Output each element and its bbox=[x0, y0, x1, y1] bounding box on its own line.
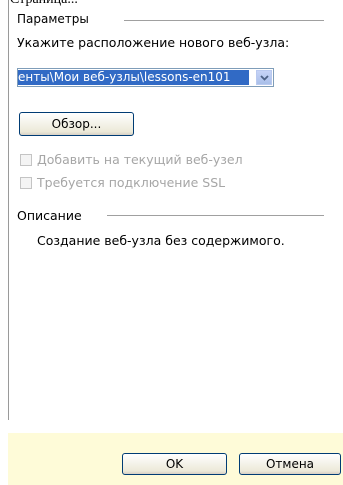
require-ssl-label: Требуется подключение SSL bbox=[37, 175, 226, 190]
chevron-down-icon bbox=[259, 74, 269, 81]
description-group-label: Описание bbox=[17, 208, 82, 223]
browse-button[interactable]: Обзор... bbox=[19, 112, 134, 136]
location-prompt: Укажите расположение нового веб-узла: bbox=[17, 35, 290, 50]
add-to-current-label: Добавить на текущий веб-узел bbox=[37, 152, 243, 167]
panel-left-border bbox=[8, 0, 9, 420]
cut-off-caption: Страница... bbox=[10, 0, 78, 8]
require-ssl-checkbox[interactable] bbox=[20, 176, 32, 189]
add-to-current-checkbox[interactable] bbox=[20, 153, 32, 166]
dropdown-button[interactable] bbox=[256, 70, 272, 85]
params-group-label: Параметры bbox=[17, 12, 89, 26]
location-combobox[interactable]: енты\Мои веб-узлы\lessons-en101 bbox=[17, 68, 274, 87]
require-ssl-option: Требуется подключение SSL bbox=[20, 175, 225, 190]
ok-button[interactable]: OK bbox=[122, 453, 227, 475]
add-to-current-option: Добавить на текущий веб-узел bbox=[20, 152, 243, 167]
params-group-divider bbox=[124, 20, 324, 21]
location-value[interactable]: енты\Мои веб-узлы\lessons-en101 bbox=[18, 70, 249, 85]
description-group-divider bbox=[107, 215, 324, 216]
cancel-button[interactable]: Отмена bbox=[239, 453, 341, 475]
description-text: Создание веб-узла без содержимого. bbox=[37, 233, 285, 248]
